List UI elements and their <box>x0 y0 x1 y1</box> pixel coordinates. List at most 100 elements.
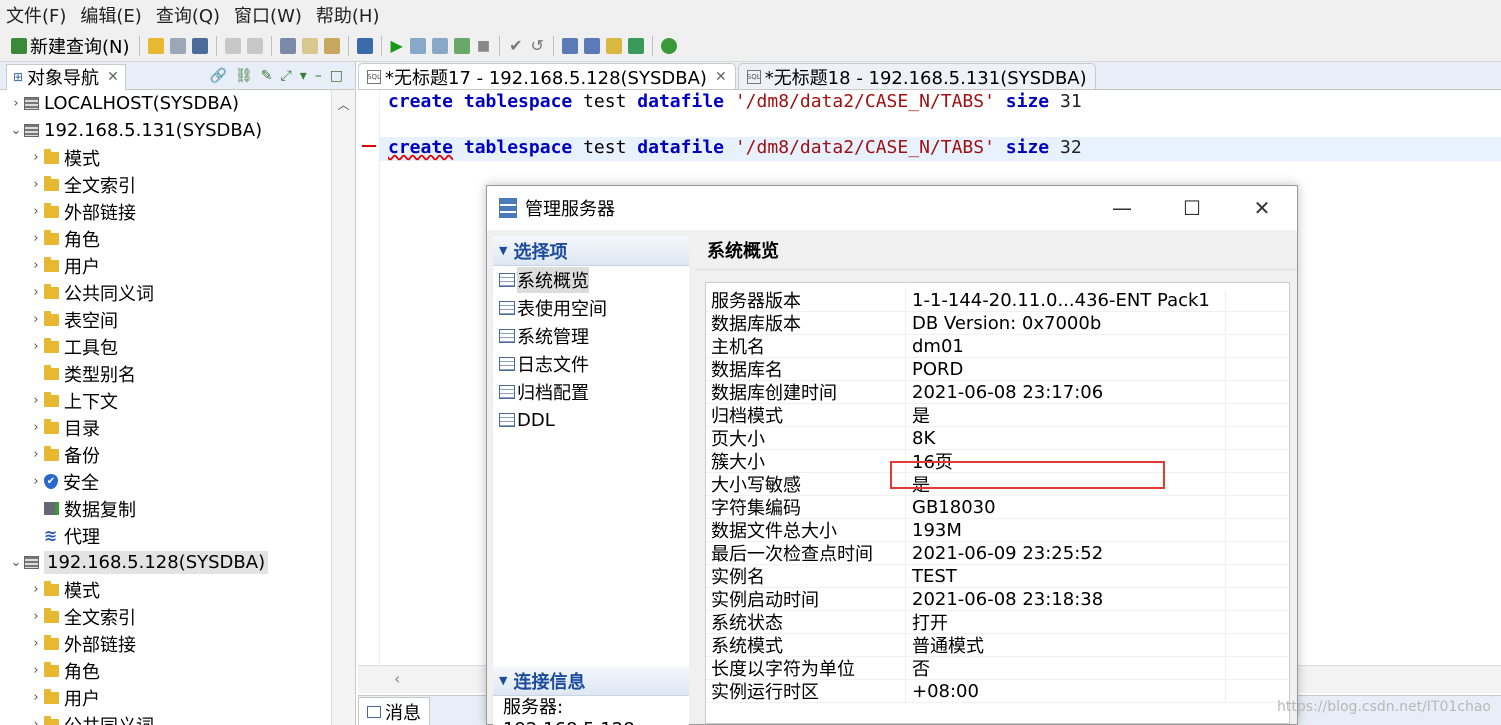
minimize-icon[interactable]: — <box>1087 196 1157 220</box>
maximize-icon[interactable]: ☐ <box>1157 196 1227 220</box>
tree-node[interactable]: › 全文索引 <box>0 603 355 630</box>
search-icon[interactable] <box>605 37 622 54</box>
tree-node[interactable]: › 角色 <box>0 657 355 684</box>
chevron-right-icon[interactable]: › <box>28 447 44 462</box>
chevron-right-icon[interactable]: › <box>28 339 44 354</box>
navigator-scrollbar[interactable]: ︿ <box>331 90 355 725</box>
tree-node-label: 表空间 <box>64 310 118 332</box>
tree-node[interactable]: › 公共同义词 <box>0 279 355 306</box>
tree-node[interactable]: › 模式 <box>0 576 355 603</box>
close-icon[interactable]: ✕ <box>107 69 119 85</box>
option-item[interactable]: 系统管理 <box>493 322 689 350</box>
run-selected-icon[interactable] <box>453 37 470 54</box>
tree-node[interactable]: › 用户 <box>0 684 355 711</box>
tree-node[interactable]: › 模式 <box>0 144 355 171</box>
menu-window[interactable]: 窗口(W) <box>234 2 302 28</box>
tree-node[interactable]: › 外部链接 <box>0 198 355 225</box>
tree-node[interactable]: › 目录 <box>0 414 355 441</box>
chevron-right-icon[interactable]: › <box>28 690 44 705</box>
save-all-icon[interactable] <box>191 37 208 54</box>
chevron-right-icon[interactable]: › <box>8 96 24 111</box>
cut-icon[interactable] <box>279 37 296 54</box>
option-item[interactable]: 日志文件 <box>493 350 689 378</box>
tree-node[interactable]: › 全文索引 <box>0 171 355 198</box>
menu-file[interactable]: 文件(F) <box>6 2 66 28</box>
tree-node[interactable]: › 工具包 <box>0 333 355 360</box>
home-icon[interactable] <box>356 37 373 54</box>
chevron-right-icon[interactable]: › <box>28 285 44 300</box>
chevron-right-icon[interactable]: › <box>28 177 44 192</box>
chevron-down-icon[interactable]: ⌄ <box>8 123 24 138</box>
menu-help[interactable]: 帮助(H) <box>316 2 380 28</box>
explain-icon[interactable] <box>431 37 448 54</box>
chevron-down-icon[interactable]: ⌄ <box>8 555 24 570</box>
rollback-icon[interactable]: ↺ <box>530 36 543 55</box>
tab-untitled18[interactable]: SQL *无标题18 - 192.168.5.131(SYSDBA) <box>737 63 1096 89</box>
connect-icon[interactable]: 🔗 <box>210 68 227 84</box>
option-item[interactable]: 系统概览 <box>493 266 689 294</box>
chevron-right-icon[interactable]: › <box>28 663 44 678</box>
tree-node[interactable]: › 备份 <box>0 441 355 468</box>
tree-node[interactable]: › 用户 <box>0 252 355 279</box>
tree-node[interactable]: ≋ 代理 <box>0 522 355 549</box>
chevron-right-icon[interactable]: › <box>28 312 44 327</box>
tab-messages[interactable]: 消息 <box>358 697 430 725</box>
option-item[interactable]: 归档配置 <box>493 378 689 406</box>
close-icon[interactable]: ✕ <box>1227 196 1297 220</box>
run-icon[interactable]: ▶ <box>391 36 403 55</box>
chevron-right-icon[interactable]: › <box>28 420 44 435</box>
chevron-right-icon[interactable]: › <box>28 204 44 219</box>
schedule-icon[interactable] <box>583 37 600 54</box>
copy-icon[interactable] <box>301 37 318 54</box>
commit-icon[interactable]: ✔ <box>509 36 522 55</box>
tree-node[interactable]: ⌄ 192.168.5.128(SYSDBA) <box>0 549 355 576</box>
tree-node[interactable]: › 外部链接 <box>0 630 355 657</box>
disconnect-icon[interactable]: ⛓ <box>235 68 253 84</box>
options-header[interactable]: ▼ 选择项 <box>493 236 689 266</box>
debug-icon[interactable] <box>660 37 677 54</box>
tree-node[interactable]: 类型别名 <box>0 360 355 387</box>
tree-node[interactable]: › 上下文 <box>0 387 355 414</box>
minimize-icon[interactable]: – <box>315 68 322 84</box>
chevron-right-icon[interactable]: › <box>28 393 44 408</box>
tree-node[interactable]: 数据复制 <box>0 495 355 522</box>
save-icon[interactable] <box>169 37 186 54</box>
tree-node[interactable]: ⌄ 192.168.5.131(SYSDBA) <box>0 117 355 144</box>
paste-icon[interactable] <box>323 37 340 54</box>
chevron-right-icon[interactable]: › <box>28 717 44 725</box>
tree-node[interactable]: › 表空间 <box>0 306 355 333</box>
menu-query[interactable]: 查询(Q) <box>156 2 220 28</box>
option-item[interactable]: DDL <box>493 406 689 434</box>
view-menu-icon[interactable]: ▾ <box>300 68 307 84</box>
tree-node[interactable]: › ✔ 安全 <box>0 468 355 495</box>
chevron-right-icon[interactable]: › <box>28 231 44 246</box>
tab-untitled17[interactable]: SQL *无标题17 - 192.168.5.128(SYSDBA) ✕ <box>358 63 736 89</box>
tree-node[interactable]: › 角色 <box>0 225 355 252</box>
tree-node-label: 角色 <box>64 229 100 251</box>
maximize-icon[interactable]: □ <box>330 68 343 84</box>
navigator-tab[interactable]: ⊞ 对象导航 ✕ <box>6 63 126 90</box>
expand-icon[interactable]: ⤢ <box>281 68 292 84</box>
connection-header[interactable]: ▼ 连接信息 <box>493 666 689 696</box>
undo-icon[interactable] <box>224 37 241 54</box>
edit-icon[interactable]: ✎ <box>261 68 273 84</box>
run-script-icon[interactable] <box>409 37 426 54</box>
step-icon[interactable] <box>627 37 644 54</box>
stop-icon[interactable]: ■ <box>477 38 490 54</box>
chevron-right-icon[interactable]: › <box>28 609 44 624</box>
new-query-button[interactable]: 新建查询(N) <box>8 34 130 58</box>
chevron-right-icon[interactable]: › <box>28 150 44 165</box>
tree-node[interactable]: › LOCALHOST(SYSDBA) <box>0 90 355 117</box>
menu-edit[interactable]: 编辑(E) <box>80 2 141 28</box>
option-item[interactable]: 表使用空间 <box>493 294 689 322</box>
tree-node[interactable]: › 公共同义词 <box>0 711 355 725</box>
open-icon[interactable] <box>147 37 164 54</box>
chevron-right-icon[interactable]: › <box>28 258 44 273</box>
folder-icon <box>44 715 59 725</box>
calendar-icon[interactable] <box>561 37 578 54</box>
chevron-right-icon[interactable]: › <box>28 474 44 489</box>
close-icon[interactable]: ✕ <box>715 69 727 85</box>
redo-icon[interactable] <box>246 37 263 54</box>
chevron-right-icon[interactable]: › <box>28 582 44 597</box>
chevron-right-icon[interactable]: › <box>28 636 44 651</box>
